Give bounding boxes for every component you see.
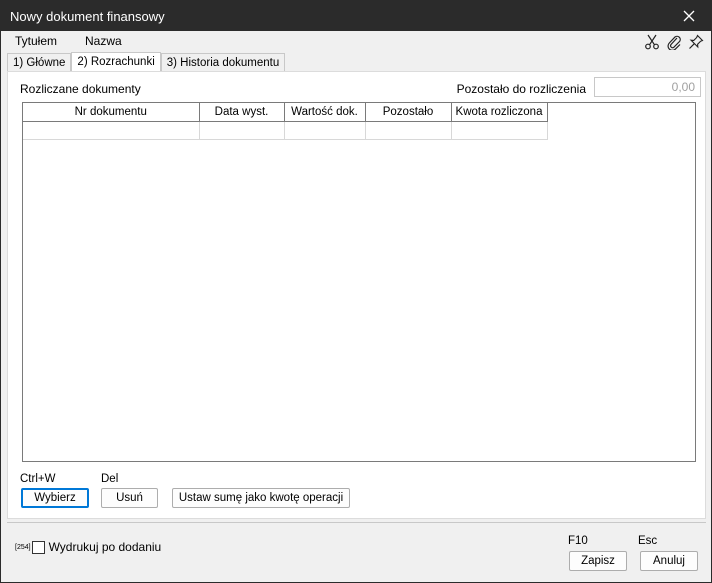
column-header-data-wyst[interactable]: Data wyst. <box>199 103 285 122</box>
tab-rozrachunki[interactable]: 2) Rozrachunki <box>71 52 161 72</box>
zapisz-button[interactable]: Zapisz <box>569 551 627 571</box>
window-title: Nowy dokument finansowy <box>10 9 165 24</box>
documents-grid[interactable]: Nr dokumentu Data wyst. Wartość dok. Poz… <box>22 102 696 462</box>
dialog-window: Nowy dokument finansowy Tytułem Nazwa 1)… <box>0 0 712 583</box>
table-cell[interactable] <box>199 121 285 140</box>
tab-bar: 1) Główne 2) Rozrachunki 3) Historia dok… <box>7 52 286 72</box>
print-after-add-option[interactable]: [254] Wydrukuj po dodaniu <box>15 540 161 554</box>
remaining-value-field: 0,00 <box>594 77 701 97</box>
column-header-kwota-rozliczona[interactable]: Kwota rozliczona <box>451 103 548 122</box>
usun-button[interactable]: Usuń <box>101 488 158 508</box>
scissors-icon[interactable] <box>643 33 661 51</box>
anuluj-button[interactable]: Anuluj <box>640 551 698 571</box>
table-cell[interactable] <box>284 121 366 140</box>
tab-glowne[interactable]: 1) Główne <box>7 53 72 72</box>
column-header-pozostalo[interactable]: Pozostało <box>365 103 452 122</box>
paperclip-icon[interactable] <box>665 33 683 51</box>
column-header-wartosc-dok[interactable]: Wartość dok. <box>284 103 366 122</box>
table-header-row: Nr dokumentu Data wyst. Wartość dok. Poz… <box>23 103 548 122</box>
title-bar: Nowy dokument finansowy <box>1 1 711 31</box>
tab-historia-dokumentu[interactable]: 3) Historia dokumentu <box>160 53 286 72</box>
label-nazwa: Nazwa <box>85 34 122 48</box>
label-tytulem: Tytułem <box>15 34 58 48</box>
close-icon[interactable] <box>667 1 711 31</box>
table-cell[interactable] <box>451 121 548 140</box>
settled-documents-label: Rozliczane dokumenty <box>20 82 141 96</box>
toolbar-icons <box>643 33 705 51</box>
wybierz-button[interactable]: Wybierz <box>21 488 89 508</box>
column-header-nr-dokumentu[interactable]: Nr dokumentu <box>23 103 200 122</box>
footer-divider <box>7 522 706 523</box>
table-cell[interactable] <box>23 121 200 140</box>
hotkey-ctrl-w: Ctrl+W <box>20 473 56 485</box>
hotkey-esc: Esc <box>638 535 658 547</box>
table-row[interactable] <box>23 121 548 140</box>
ustaw-sume-button[interactable]: Ustaw sumę jako kwotę operacji <box>172 488 350 508</box>
table-cell[interactable] <box>365 121 452 140</box>
checkbox-prefix: [254] <box>15 543 31 551</box>
tab-content-rozrachunki: Rozliczane dokumenty Pozostało do rozlic… <box>7 71 706 519</box>
hotkey-del: Del <box>101 473 119 485</box>
hotkey-f10: F10 <box>568 535 588 547</box>
print-after-add-checkbox[interactable] <box>31 540 45 554</box>
print-after-add-label[interactable]: Wydrukuj po dodaniu <box>49 540 162 554</box>
pin-icon[interactable] <box>687 33 705 51</box>
documents-table: Nr dokumentu Data wyst. Wartość dok. Poz… <box>23 103 548 140</box>
remaining-label: Pozostało do rozliczenia <box>456 82 586 96</box>
